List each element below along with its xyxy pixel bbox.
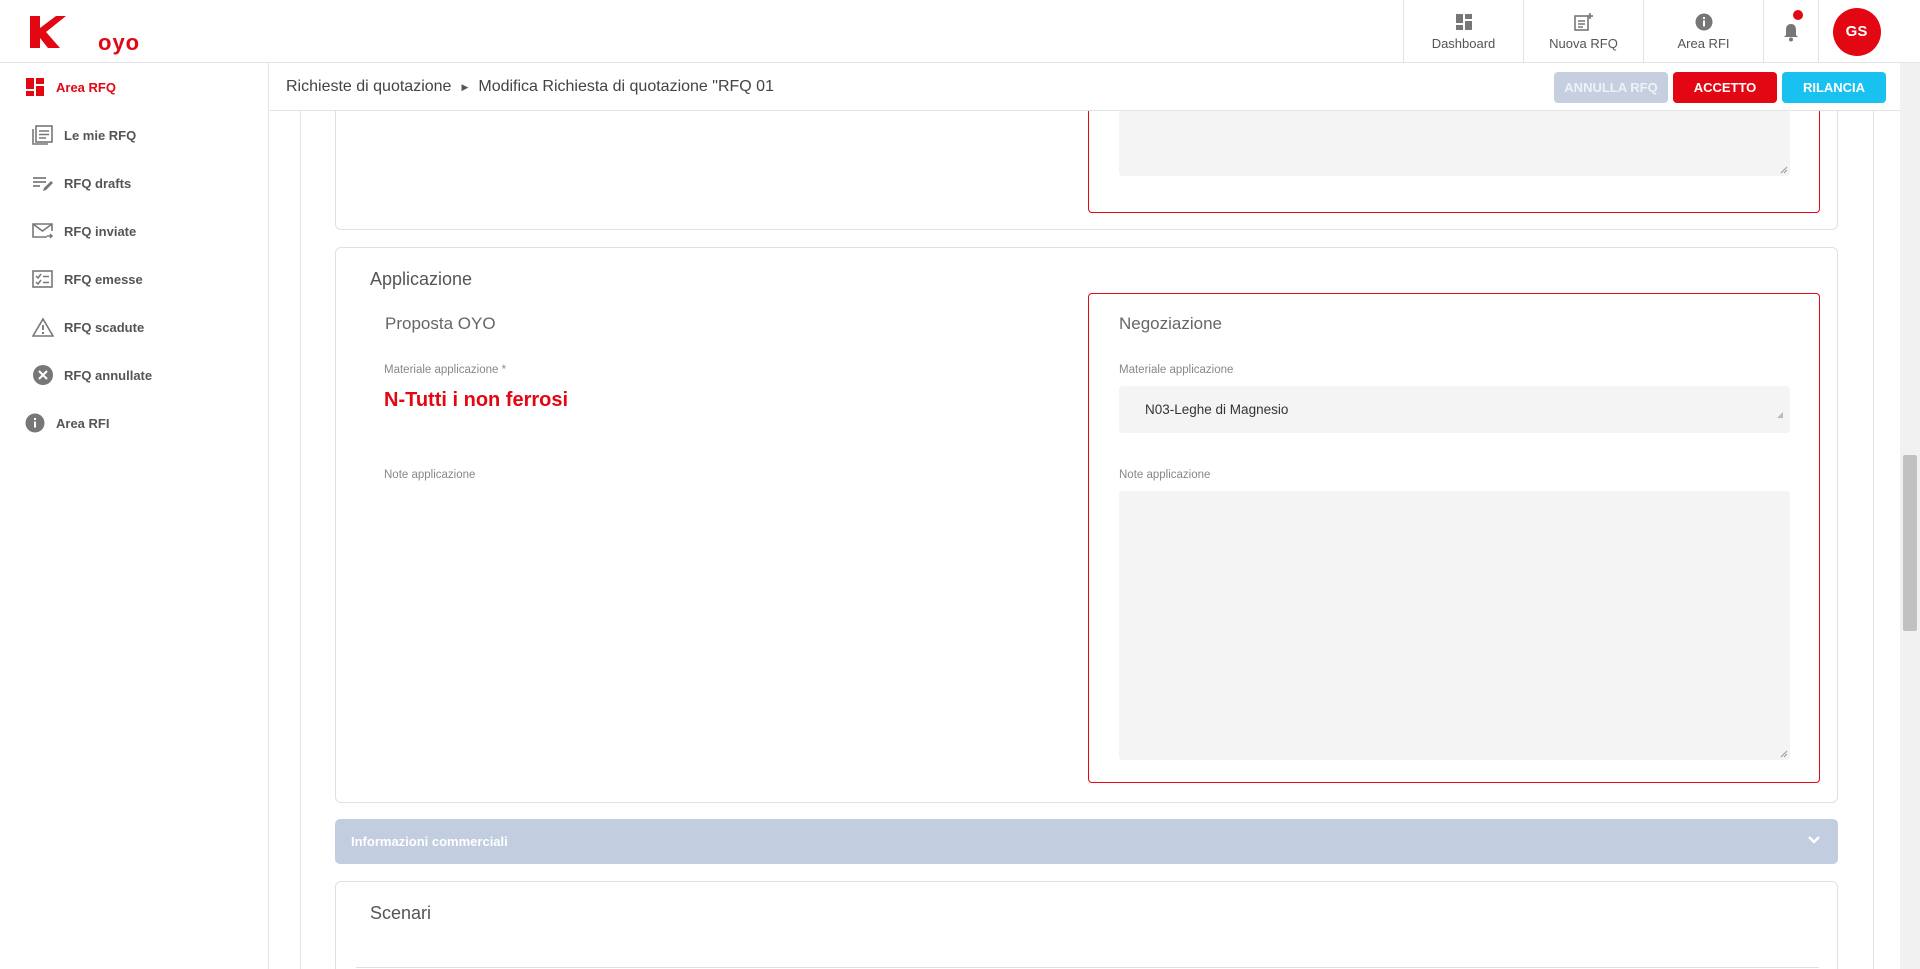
sidebar-item-rfq-inviate[interactable]: RFQ inviate — [32, 220, 136, 242]
sidebar-item-label: RFQ emesse — [64, 271, 143, 287]
sidebar-item-label: Area RFQ — [56, 79, 116, 95]
resize-handle-icon[interactable] — [1780, 750, 1788, 758]
nav-area-rfi[interactable]: Area RFI — [1643, 0, 1763, 63]
notification-badge — [1793, 10, 1803, 20]
previous-section-card — [335, 111, 1838, 230]
sidebar-item-label: RFQ drafts — [64, 175, 132, 191]
info-icon — [1695, 13, 1712, 30]
resize-handle-icon[interactable] — [1780, 166, 1788, 174]
oyo-logo[interactable]: oyo — [26, 12, 139, 55]
logo-mark-icon — [30, 16, 66, 48]
sidebar-item-label: RFQ inviate — [64, 223, 137, 239]
nav-dashboard[interactable]: Dashboard — [1403, 0, 1523, 63]
mail-send-icon — [32, 220, 54, 242]
notifications-button[interactable] — [1763, 0, 1818, 63]
accetto-button[interactable]: ACCETTO — [1673, 72, 1777, 103]
previous-notes-textarea[interactable] — [1119, 111, 1790, 176]
chevron-down-icon[interactable] — [1806, 832, 1822, 848]
breadcrumb-link-rfq-list[interactable]: Richieste di quotazione — [286, 78, 451, 96]
main-content: Applicazione Proposta OYO Materiale appl… — [300, 111, 1874, 969]
informazioni-commerciali-accordion[interactable]: Informazioni commerciali — [335, 819, 1838, 864]
negotiation-box: Negoziazione Materiale applicazione N03-… — [1088, 293, 1820, 783]
avatar[interactable]: GS — [1832, 7, 1881, 56]
breadcrumb: Richieste di quotazione ▶ Modifica Richi… — [286, 78, 774, 96]
sidebar-item-le-mie-rfq[interactable]: Le mie RFQ — [32, 124, 136, 146]
previous-negotiation-box — [1088, 111, 1820, 213]
negotiation-title: Negoziazione — [1119, 314, 1223, 333]
section-title: Scenari — [370, 903, 432, 923]
nav-new-rfq-label: Nuova RFQ — [1549, 35, 1618, 51]
nav-new-rfq[interactable]: Nuova RFQ — [1523, 0, 1643, 63]
checklist-icon — [32, 268, 54, 290]
page-scrollbar[interactable] — [1900, 63, 1920, 969]
breadcrumb-bar: Richieste di quotazione ▶ Modifica Richi… — [270, 63, 1900, 111]
scrollbar-thumb[interactable] — [1903, 455, 1917, 631]
sidebar: Area RFQ Le mie RFQ RFQ drafts RFQ invia… — [0, 63, 269, 969]
logo-text: oyo — [98, 30, 141, 55]
nav-area-rfi-label: Area RFI — [1677, 35, 1730, 51]
accordion-title: Informazioni commerciali — [351, 834, 508, 849]
annulla-rfq-button[interactable]: ANNULLA RFQ — [1554, 72, 1668, 103]
list-icon — [32, 124, 54, 146]
neg-notes-textarea[interactable] — [1119, 491, 1790, 760]
material-label: Materiale applicazione * — [384, 364, 507, 376]
sidebar-item-rfq-scadute[interactable]: RFQ scadute — [32, 316, 144, 338]
nav-dashboard-label: Dashboard — [1431, 35, 1496, 51]
sidebar-item-rfq-drafts[interactable]: RFQ drafts — [32, 172, 131, 194]
top-header: oyo Dashboard Nuova RFQ Area RFI GS — [0, 0, 1920, 63]
bell-icon — [1784, 23, 1798, 41]
info-icon — [24, 412, 46, 434]
warning-icon — [32, 316, 54, 338]
breadcrumb-separator-icon: ▶ — [461, 81, 469, 92]
sidebar-item-label: Le mie RFQ — [64, 127, 137, 143]
breadcrumb-current: Modifica Richiesta di quotazione "RFQ 01 — [478, 78, 774, 95]
sidebar-item-label: RFQ scadute — [64, 319, 145, 335]
dashboard-icon — [1455, 13, 1472, 30]
proposal-title: Proposta OYO — [385, 314, 496, 333]
sidebar-item-area-rfi[interactable]: Area RFI — [24, 412, 109, 434]
notes-label: Note applicazione — [384, 469, 476, 481]
divider — [356, 967, 1819, 968]
resize-handle-icon[interactable] — [1776, 411, 1784, 419]
sidebar-item-label: Area RFI — [56, 415, 110, 431]
cancel-icon — [32, 364, 54, 386]
material-select[interactable]: N03-Leghe di Magnesio — [1119, 386, 1790, 433]
top-nav: Dashboard Nuova RFQ Area RFI GS — [1403, 0, 1894, 63]
scenari-card: Scenari — [335, 881, 1838, 969]
sidebar-item-label: RFQ annullate — [64, 367, 153, 383]
user-menu[interactable]: GS — [1818, 0, 1894, 63]
neg-material-label: Materiale applicazione — [1119, 364, 1234, 376]
neg-notes-label: Note applicazione — [1119, 469, 1211, 481]
dashboard-icon — [24, 76, 46, 98]
sidebar-item-rfq-annullate[interactable]: RFQ annullate — [32, 364, 152, 386]
sidebar-item-area-rfq[interactable]: Area RFQ — [24, 76, 116, 98]
section-title: Applicazione — [370, 269, 473, 289]
sidebar-item-rfq-emesse[interactable]: RFQ emesse — [32, 268, 143, 290]
material-value: N-Tutti i non ferrosi — [384, 389, 569, 411]
action-buttons: ANNULLA RFQ ACCETTO RILANCIA — [1554, 72, 1886, 103]
applicazione-card: Applicazione Proposta OYO Materiale appl… — [335, 247, 1838, 803]
material-select-value: N03-Leghe di Magnesio — [1145, 402, 1289, 417]
new-document-icon — [1573, 12, 1593, 31]
edit-list-icon — [32, 172, 54, 194]
rilancia-button[interactable]: RILANCIA — [1782, 72, 1886, 103]
